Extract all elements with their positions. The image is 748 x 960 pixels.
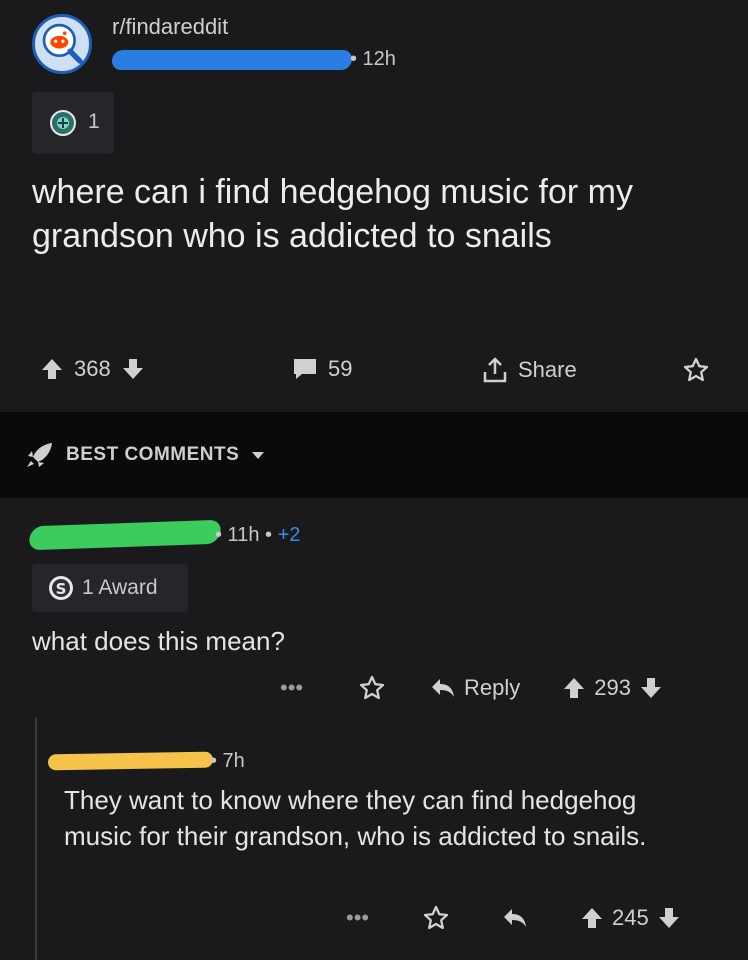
reply-vote-group: 245 (580, 905, 681, 931)
share-icon (483, 357, 507, 383)
comment-score: 293 (594, 675, 631, 700)
downvote-icon[interactable] (639, 676, 663, 700)
rocket-icon (27, 443, 52, 467)
save-icon (683, 357, 709, 382)
reply-button[interactable]: Reply (430, 675, 520, 701)
award-label: 1 Award (82, 576, 158, 599)
author-redacted (110, 50, 354, 70)
upvote-icon[interactable] (580, 906, 604, 930)
downvote-icon[interactable] (121, 357, 145, 381)
comment-meta: • 11h • +2 (215, 524, 300, 547)
sort-label: BEST COMMENTS (66, 444, 240, 465)
save-icon (359, 675, 385, 700)
reply-icon (504, 909, 526, 927)
comment-sort-bar: BEST COMMENTS (0, 412, 748, 498)
svg-text:S: S (56, 580, 67, 598)
comments-section: • 11h • +2 S 1 Award what does this mean… (0, 498, 748, 960)
subreddit-name[interactable]: r/findareddit (112, 14, 228, 40)
post-upvote-count: 368 (74, 356, 111, 381)
reply-button[interactable] (502, 907, 528, 929)
comment-age: • 11h • (215, 524, 273, 546)
post-title[interactable]: where can i find hedgehog music for my g… (32, 170, 722, 258)
save-button[interactable] (358, 674, 386, 702)
comment-score-delta: +2 (277, 524, 301, 546)
award-icon (50, 110, 76, 136)
sort-dropdown[interactable]: BEST COMMENTS (26, 442, 265, 468)
reply-body: They want to know where they can find he… (64, 785, 647, 851)
more-icon[interactable]: ••• (280, 675, 330, 701)
reply-label: Reply (464, 675, 521, 700)
chevron-down-icon (252, 452, 265, 459)
post-action-bar: 368 59 Share (0, 350, 748, 394)
comment-count: 59 (328, 356, 353, 381)
reply-score: 245 (612, 905, 649, 930)
reply-icon (432, 679, 454, 697)
more-icon[interactable]: ••• (346, 905, 386, 931)
reply-actions: ••• 245 (346, 904, 681, 932)
save-icon (423, 905, 449, 930)
comment-body: what does this mean? (32, 626, 285, 656)
award-badge[interactable]: 1 (32, 92, 114, 154)
post-age: • 12h (350, 48, 396, 70)
upvote-icon[interactable] (562, 676, 586, 700)
thread-line[interactable] (35, 718, 37, 960)
save-button[interactable] (422, 904, 450, 932)
share-button[interactable]: Share (482, 356, 577, 384)
comment-vote-group: 293 (562, 675, 663, 701)
comment-icon (294, 359, 316, 379)
subreddit-avatar-icon[interactable] (32, 14, 92, 74)
save-button[interactable] (682, 356, 710, 384)
comment-author-redacted (27, 519, 223, 551)
comment-actions: ••• Reply 293 (280, 674, 663, 702)
reply-author-redacted (47, 751, 214, 771)
share-label: Share (518, 357, 577, 382)
upvote-icon[interactable] (40, 357, 64, 381)
comments-button[interactable]: 59 (292, 356, 352, 382)
post-card: r/findareddit • 12h 1 where can i find h… (0, 0, 748, 412)
reply-age: • 7h (210, 750, 245, 772)
silver-award-icon: S (49, 576, 73, 600)
comment-award-badge[interactable]: S 1 Award (32, 564, 188, 612)
vote-group: 368 (40, 356, 145, 382)
award-count: 1 (88, 110, 100, 133)
downvote-icon[interactable] (657, 906, 681, 930)
